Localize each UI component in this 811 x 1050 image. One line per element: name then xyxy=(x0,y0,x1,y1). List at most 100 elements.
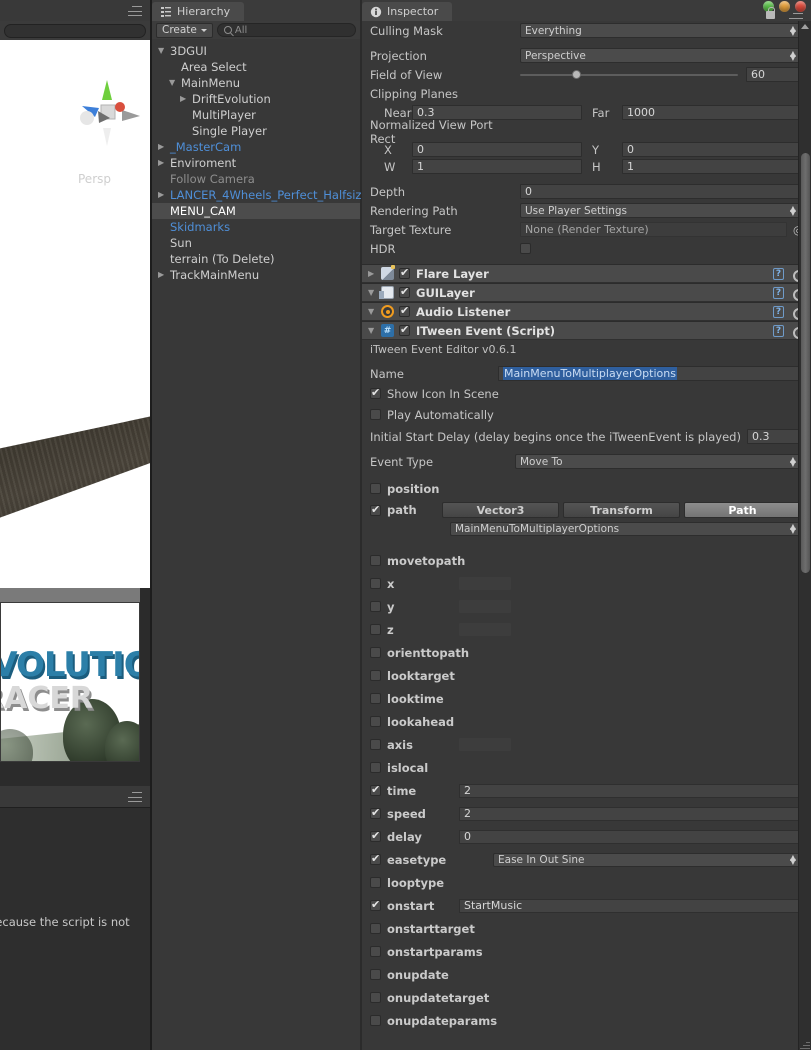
viewport-w-input[interactable]: 1 xyxy=(412,159,582,174)
fov-input[interactable]: 60 xyxy=(746,67,801,82)
itween-prop-checkbox-onstart[interactable] xyxy=(370,898,381,911)
itween-prop-checkbox-path[interactable] xyxy=(370,503,381,516)
scene-view-menu-icon[interactable] xyxy=(128,6,146,16)
lock-icon[interactable] xyxy=(766,7,775,19)
itween-prop-input-onstart[interactable]: StartMusic xyxy=(459,898,801,913)
itween-prop-checkbox-onupdatetarget[interactable] xyxy=(370,992,381,1003)
itween-prop-checkbox-looktime[interactable] xyxy=(370,693,381,704)
help-icon[interactable]: ? xyxy=(773,324,784,337)
itween-prop-checkbox-speed[interactable] xyxy=(370,806,381,819)
itween-prop-checkbox-onstarttarget[interactable] xyxy=(370,923,381,934)
hdr-checkbox[interactable] xyxy=(520,243,531,254)
itween-prop-input-speed[interactable]: 2 xyxy=(459,806,801,821)
viewport-y-input[interactable]: 0 xyxy=(622,142,801,157)
itween-prop-checkbox-orienttopath[interactable] xyxy=(370,647,381,658)
itween-prop-checkbox-x[interactable] xyxy=(370,578,381,589)
help-icon[interactable]: ? xyxy=(773,305,784,318)
game-view-canvas[interactable]: EVOLUTION RACER xyxy=(0,602,140,762)
component-foldout-icon[interactable] xyxy=(368,327,377,335)
hierarchy-item[interactable]: Enviroment xyxy=(152,155,360,171)
scene-axis-gizmo[interactable] xyxy=(72,78,142,148)
resize-grip-icon[interactable] xyxy=(800,1039,810,1049)
hierarchy-item[interactable]: MENU_CAM xyxy=(152,203,360,219)
show-icon-checkbox[interactable] xyxy=(370,386,381,399)
help-icon[interactable]: ? xyxy=(773,267,784,280)
itween-prop-checkbox-lookahead[interactable] xyxy=(370,716,381,727)
culling-mask-dropdown[interactable]: Everything ▲ ▼ xyxy=(520,23,801,38)
itween-prop-checkbox-onstartparams[interactable] xyxy=(370,946,381,957)
itween-prop-checkbox-onupdateparams[interactable] xyxy=(370,1015,381,1026)
depth-input[interactable]: 0 xyxy=(520,184,801,199)
hierarchy-item[interactable]: _MasterCam xyxy=(152,139,360,155)
hierarchy-item[interactable]: DriftEvolution xyxy=(152,91,360,107)
component-enabled-checkbox[interactable] xyxy=(399,304,410,317)
tree-toggle-icon[interactable] xyxy=(180,95,189,103)
start-delay-input[interactable]: 0.3 xyxy=(746,429,801,444)
tree-toggle-icon[interactable] xyxy=(158,271,167,279)
component-enabled-checkbox[interactable] xyxy=(399,266,410,279)
itween-name-input[interactable]: MainMenuToMultiplayerOptions xyxy=(498,366,801,381)
hierarchy-item[interactable]: MultiPlayer xyxy=(152,107,360,123)
hierarchy-search-input[interactable]: All xyxy=(216,23,356,37)
itween-prop-checkbox-looktarget[interactable] xyxy=(370,670,381,681)
console-menu-icon[interactable] xyxy=(128,792,146,802)
fov-slider[interactable] xyxy=(520,67,738,82)
tree-toggle-icon[interactable] xyxy=(169,79,178,87)
component-enabled-checkbox[interactable] xyxy=(399,285,410,298)
component-enabled-checkbox[interactable] xyxy=(399,323,410,336)
itween-prop-checkbox-time[interactable] xyxy=(370,783,381,796)
projection-dropdown[interactable]: Perspective ▲ ▼ xyxy=(520,48,801,63)
viewport-x-input[interactable]: 0 xyxy=(412,142,582,157)
hierarchy-item[interactable]: Single Player xyxy=(152,123,360,139)
hierarchy-item[interactable]: Sun xyxy=(152,235,360,251)
console-body[interactable]: because the script is not xyxy=(0,807,150,1050)
hierarchy-item[interactable]: TrackMainMenu xyxy=(152,267,360,283)
itween-prop-input-delay[interactable]: 0 xyxy=(459,829,801,844)
hierarchy-item[interactable]: Follow Camera xyxy=(152,171,360,187)
itween-prop-checkbox-looptype[interactable] xyxy=(370,877,381,888)
target-texture-objectfield[interactable]: None (Render Texture) xyxy=(520,222,787,237)
itween-prop-checkbox-position[interactable] xyxy=(370,483,381,494)
itween-prop-checkbox-y[interactable] xyxy=(370,601,381,612)
path-dropdown[interactable]: MainMenuToMultiplayerOptions ▲ ▼ xyxy=(450,521,801,536)
hierarchy-item[interactable]: terrain (To Delete) xyxy=(152,251,360,267)
itween-prop-checkbox-islocal[interactable] xyxy=(370,762,381,773)
hierarchy-item[interactable]: MainMenu xyxy=(152,75,360,91)
itween-prop-dropdown-easetype[interactable]: Ease In Out Sine ▲ ▼ xyxy=(493,852,801,867)
component-header[interactable]: Flare Layer? xyxy=(362,264,811,283)
hierarchy-item[interactable]: LANCER_4Wheels_Perfect_Halfsize xyxy=(152,187,369,203)
fov-slider-handle[interactable] xyxy=(572,70,582,79)
tree-toggle-icon[interactable] xyxy=(158,191,167,199)
tree-toggle-icon[interactable] xyxy=(158,47,167,55)
path-mode-button-vector3[interactable]: Vector3 xyxy=(442,502,559,518)
rendering-path-dropdown[interactable]: Use Player Settings ▲ ▼ xyxy=(520,203,801,218)
scene-view-canvas[interactable]: Persp xyxy=(0,40,150,588)
far-input[interactable]: 1000 xyxy=(622,105,801,120)
component-foldout-icon[interactable] xyxy=(368,308,377,316)
component-header[interactable]: Audio Listener? xyxy=(362,302,811,321)
scene-view-search-input[interactable] xyxy=(4,23,146,38)
event-type-dropdown[interactable]: Move To ▲ ▼ xyxy=(515,454,801,469)
itween-prop-checkbox-movetopath[interactable] xyxy=(370,555,381,566)
path-mode-button-path[interactable]: Path xyxy=(684,502,801,518)
itween-prop-checkbox-z[interactable] xyxy=(370,624,381,635)
itween-prop-checkbox-easetype[interactable] xyxy=(370,852,381,865)
itween-prop-checkbox-delay[interactable] xyxy=(370,829,381,842)
component-foldout-icon[interactable] xyxy=(368,289,377,297)
create-button[interactable]: Create xyxy=(156,22,213,38)
hierarchy-tree[interactable]: 3DGUI Area Select MainMenu DriftEvolution Mu… xyxy=(152,41,369,1050)
path-mode-button-transform[interactable]: Transform xyxy=(563,502,680,518)
hierarchy-item[interactable]: Area Select xyxy=(152,59,360,75)
tab-inspector[interactable]: Inspector xyxy=(362,2,453,21)
itween-prop-checkbox-axis[interactable] xyxy=(370,739,381,750)
viewport-h-input[interactable]: 1 xyxy=(622,159,801,174)
hierarchy-item[interactable]: 3DGUI xyxy=(152,43,360,59)
component-foldout-icon[interactable] xyxy=(368,270,377,278)
itween-prop-input-time[interactable]: 2 xyxy=(459,783,801,798)
inspector-scrollbar[interactable] xyxy=(798,21,811,1050)
component-header[interactable]: # ITween Event (Script)? xyxy=(362,321,811,340)
tree-toggle-icon[interactable] xyxy=(158,143,167,151)
tree-toggle-icon[interactable] xyxy=(158,159,167,167)
component-header[interactable]: GUILayer? xyxy=(362,283,811,302)
play-automatically-checkbox[interactable] xyxy=(370,409,381,420)
